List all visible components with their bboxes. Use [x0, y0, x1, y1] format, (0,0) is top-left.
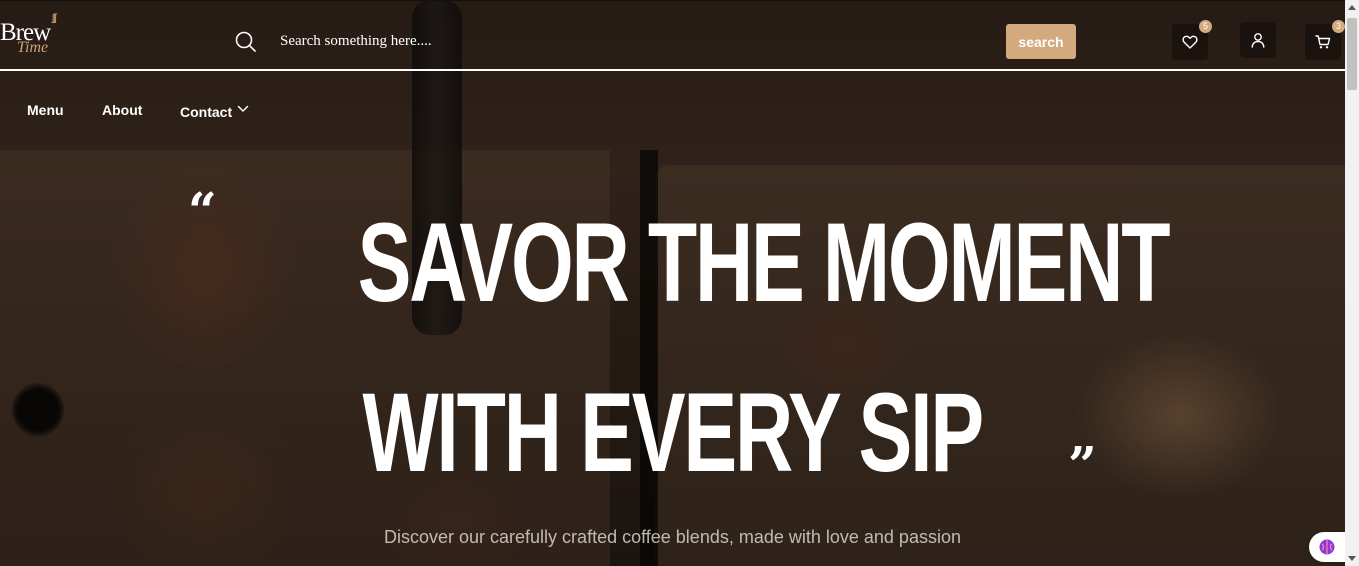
cart-count-badge: 3 — [1332, 20, 1345, 33]
nav-item-contact[interactable]: Contact — [180, 104, 249, 120]
brain-icon — [1319, 539, 1335, 555]
cart-button[interactable]: 3 — [1305, 20, 1345, 60]
chevron-down-icon — [237, 105, 249, 113]
steam-icon: ʃʃʃ — [52, 13, 57, 24]
brand-logo[interactable]: ʃʃʃ Brew Time — [0, 13, 74, 61]
page: ʃʃʃ Brew Time search 5 — [0, 0, 1359, 566]
user-icon — [1251, 33, 1265, 48]
hero-subtitle: Discover our carefully crafted coffee bl… — [384, 527, 961, 547]
hero-title-line-2: WITH EVERY SIP — [362, 370, 985, 495]
hero-title-line-1: SAVOR THE MOMENT — [357, 200, 1171, 325]
scroll-down-arrow-icon[interactable] — [1348, 556, 1356, 561]
heart-icon — [1182, 35, 1198, 49]
nav-item-menu[interactable]: Menu — [27, 102, 64, 118]
search-button[interactable]: search — [1006, 24, 1076, 59]
assistant-widget-button[interactable] — [1309, 532, 1345, 562]
logo-sub-text: Time — [17, 39, 49, 56]
search-input[interactable] — [270, 27, 990, 55]
nav-item-contact-label: Contact — [180, 104, 233, 120]
scroll-thumb[interactable] — [1347, 18, 1357, 90]
nav-item-about[interactable]: About — [102, 102, 142, 118]
cart-icon — [1315, 35, 1331, 49]
quote-close-mark: ” — [1068, 435, 1097, 494]
wishlist-count-badge: 5 — [1199, 20, 1212, 33]
hero-title: SAVOR THE MOMENT WITH EVERY SIP — [200, 178, 1171, 518]
wishlist-button[interactable]: 5 — [1172, 20, 1212, 60]
account-button[interactable] — [1240, 22, 1276, 58]
page-scrollbar[interactable] — [1345, 0, 1359, 566]
site-header: ʃʃʃ Brew Time search 5 — [0, 0, 1345, 71]
scroll-up-arrow-icon[interactable] — [1348, 5, 1356, 10]
search-icon[interactable] — [235, 31, 257, 53]
